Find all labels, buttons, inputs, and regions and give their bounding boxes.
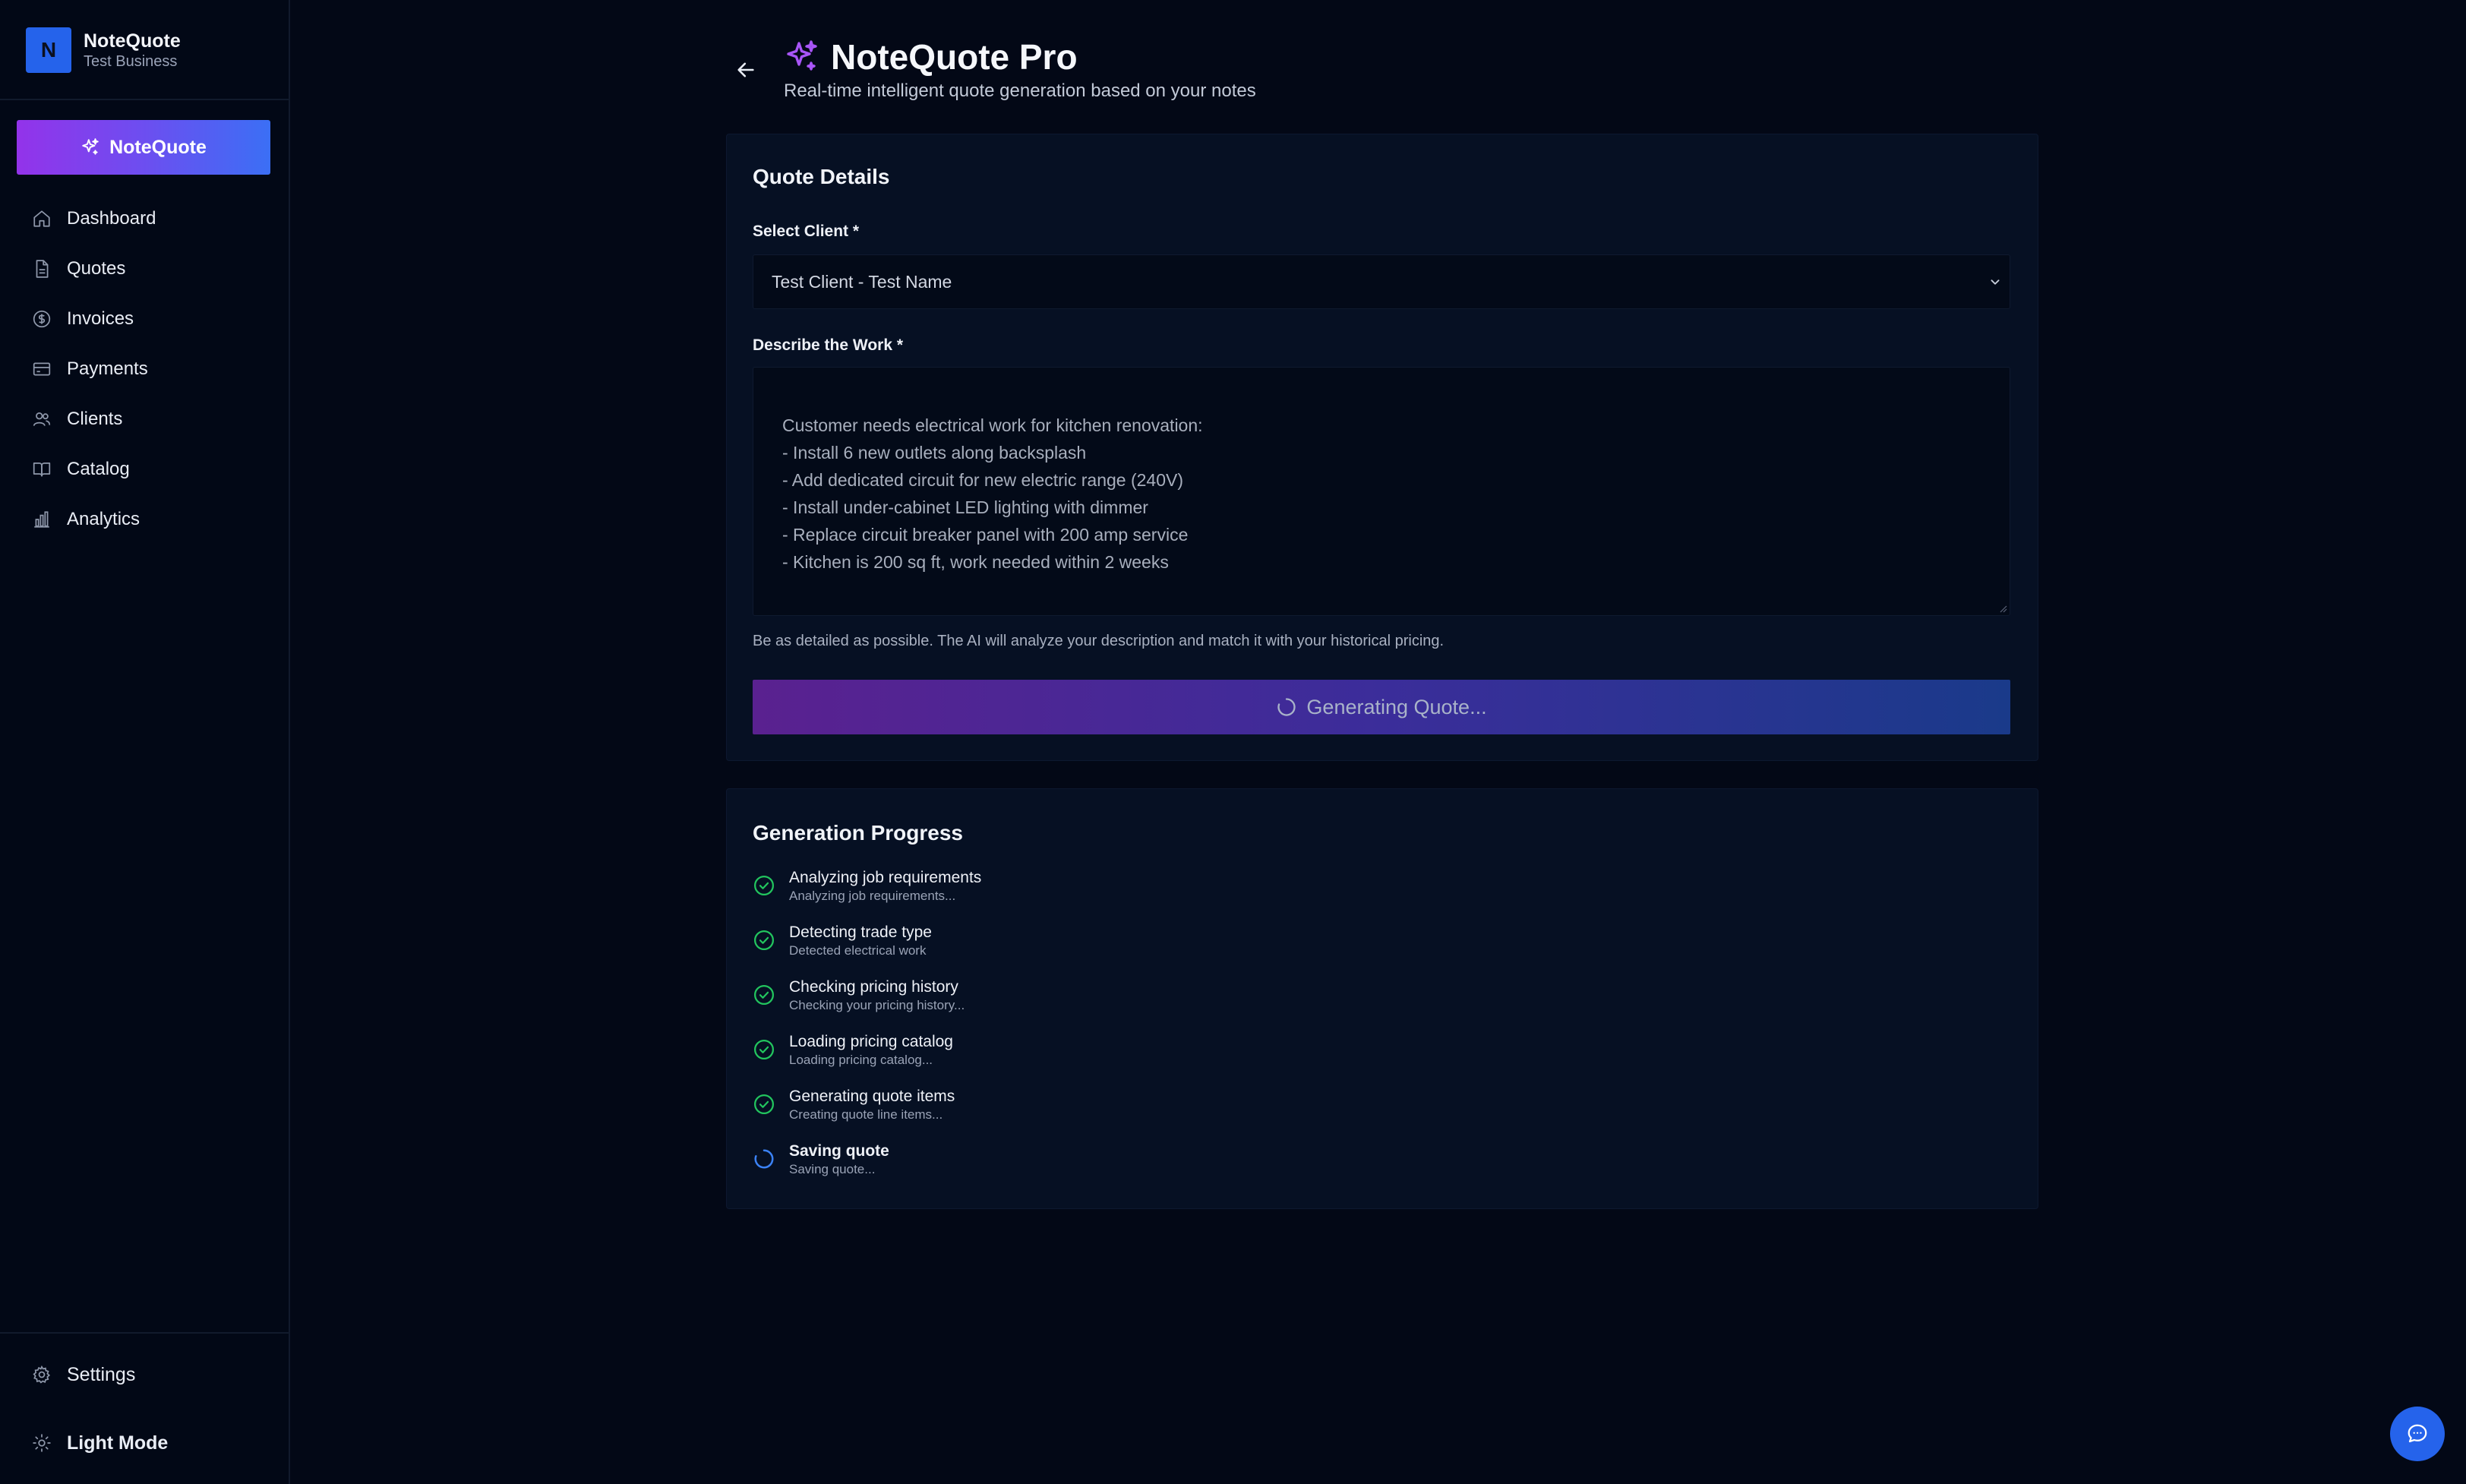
chevron-down-icon xyxy=(1991,279,2000,285)
progress-steps: Analyzing job requirements Analyzing job… xyxy=(753,868,981,1196)
sidebar-item-label: Dashboard xyxy=(67,208,156,229)
bar-chart-icon xyxy=(34,511,49,528)
check-circle-icon xyxy=(754,876,774,895)
dollar-icon xyxy=(33,310,51,328)
sidebar-item-label: Quotes xyxy=(67,258,126,279)
sidebar-item-label: Invoices xyxy=(67,308,134,329)
sidebar-item-catalog[interactable]: Catalog xyxy=(0,444,290,494)
card-title: Quote Details xyxy=(753,165,890,188)
back-arrow-icon[interactable] xyxy=(735,59,756,81)
check-circle-icon xyxy=(754,930,774,950)
work-label: Describe the Work * xyxy=(753,336,904,354)
progress-step: Saving quote Saving quote... xyxy=(753,1141,981,1196)
step-description: Saving quote... xyxy=(789,1162,876,1176)
app: N NoteQuote Test Business NoteQuote Dash… xyxy=(0,0,2466,1484)
sidebar-item-label: Clients xyxy=(67,409,123,429)
sidebar-item-invoices[interactable]: Invoices xyxy=(0,294,290,344)
generation-progress-card: Generation Progress Analyzing job requir… xyxy=(726,788,2038,1209)
notequote-button-label: NoteQuote xyxy=(109,136,207,158)
file-icon xyxy=(36,260,49,278)
sparkles-icon xyxy=(82,138,99,155)
business-name: Test Business xyxy=(84,53,178,70)
sidebar-divider xyxy=(0,99,290,100)
home-icon xyxy=(33,210,50,227)
sidebar: N NoteQuote Test Business NoteQuote Dash… xyxy=(0,0,290,1484)
spinner-icon xyxy=(754,1149,774,1169)
brand-logo: N xyxy=(26,27,71,73)
quote-details-card: Quote Details Select Client * Test Clien… xyxy=(726,134,2038,761)
chat-button[interactable] xyxy=(2390,1407,2445,1461)
sidebar-item-label: Analytics xyxy=(67,509,141,529)
client-select[interactable]: Test Client - Test Name xyxy=(753,254,2010,309)
users-icon xyxy=(33,412,51,426)
brand-name: NoteQuote xyxy=(84,30,181,52)
sidebar-item-payments[interactable]: Payments xyxy=(0,344,290,394)
sidebar-item-dashboard[interactable]: Dashboard xyxy=(0,194,290,244)
card-title: Generation Progress xyxy=(753,821,963,845)
sun-icon xyxy=(33,1434,51,1452)
client-select-value: Test Client - Test Name xyxy=(772,271,952,292)
sidebar-item-label: Payments xyxy=(67,358,148,379)
check-circle-icon xyxy=(754,985,774,1005)
generate-quote-label: Generating Quote... xyxy=(1306,695,1487,718)
chat-bubble-icon xyxy=(2408,1424,2427,1443)
sidebar-bottom: Settings Light Mode xyxy=(0,1350,290,1468)
sidebar-item-analytics[interactable]: Analytics xyxy=(0,494,290,545)
main-content: NoteQuote Pro Real-time intelligent quot… xyxy=(290,0,2466,1484)
sidebar-item-clients[interactable]: Clients xyxy=(0,394,290,444)
work-helper-text: Be as detailed as possible. The AI will … xyxy=(753,633,1445,649)
brand-text: NoteQuote Test Business xyxy=(84,30,181,71)
step-title: Generating quote items xyxy=(789,1088,955,1105)
spinner-icon xyxy=(1277,698,1296,716)
progress-step: Analyzing job requirements Analyzing job… xyxy=(753,868,981,923)
settings-label: Settings xyxy=(67,1363,136,1385)
step-description: Loading pricing catalog... xyxy=(789,1053,933,1067)
step-title: Detecting trade type xyxy=(789,924,932,941)
work-description-textarea[interactable]: Customer needs electrical work for kitch… xyxy=(753,367,2010,616)
sidebar-item-quotes[interactable]: Quotes xyxy=(0,244,290,294)
notequote-button[interactable]: NoteQuote xyxy=(17,120,270,175)
credit-card-icon xyxy=(33,362,51,376)
sidebar-divider xyxy=(0,1332,290,1334)
progress-step: Checking pricing history Checking your p… xyxy=(753,977,981,1032)
generate-quote-button[interactable]: Generating Quote... xyxy=(753,680,2010,734)
light-mode-label: Light Mode xyxy=(67,1432,169,1454)
progress-step: Loading pricing catalog Loading pricing … xyxy=(753,1032,981,1087)
step-title: Analyzing job requirements xyxy=(789,869,982,886)
step-title: Saving quote xyxy=(789,1142,889,1160)
brand[interactable]: N NoteQuote Test Business xyxy=(26,27,181,73)
step-description: Creating quote line items... xyxy=(789,1107,943,1122)
sidebar-item-label: Catalog xyxy=(67,459,130,479)
check-circle-icon xyxy=(754,1040,774,1059)
sidebar-nav: Dashboard Quotes Invoices Payments Clien… xyxy=(0,194,290,545)
check-circle-icon xyxy=(754,1094,774,1114)
work-description-text: Customer needs electrical work for kitch… xyxy=(782,415,1203,572)
progress-step: Generating quote items Creating quote li… xyxy=(753,1087,981,1141)
page-title: NoteQuote Pro xyxy=(831,37,1078,77)
step-description: Analyzing job requirements... xyxy=(789,889,956,903)
book-icon xyxy=(33,463,51,477)
client-label: Select Client * xyxy=(753,223,860,240)
resize-handle-icon[interactable] xyxy=(1998,604,2007,613)
gear-icon xyxy=(33,1365,51,1384)
step-title: Checking pricing history xyxy=(789,978,958,996)
step-description: Checking your pricing history... xyxy=(789,998,965,1012)
step-description: Detected electrical work xyxy=(789,943,927,958)
light-mode-toggle[interactable]: Light Mode xyxy=(0,1418,290,1468)
step-title: Loading pricing catalog xyxy=(789,1033,953,1050)
page-header: NoteQuote Pro xyxy=(784,36,1078,77)
sparkles-icon xyxy=(787,40,817,71)
settings-item[interactable]: Settings xyxy=(0,1350,290,1400)
page-subtitle: Real-time intelligent quote generation b… xyxy=(784,81,1256,101)
progress-step: Detecting trade type Detected electrical… xyxy=(753,923,981,977)
